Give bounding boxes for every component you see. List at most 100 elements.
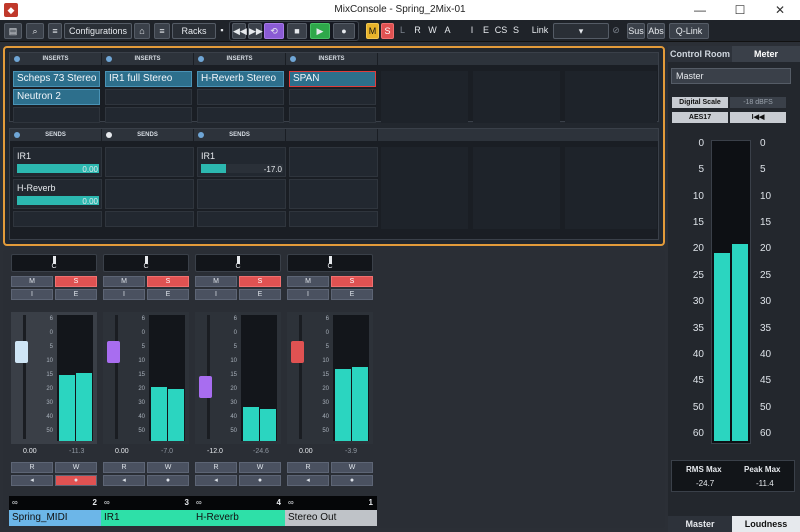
toolbar-listen[interactable]: L bbox=[396, 23, 409, 39]
insert-slot[interactable]: H-Reverb Stereo bbox=[197, 71, 284, 87]
send-slot[interactable] bbox=[105, 179, 194, 209]
inserts-header[interactable]: INSERTS bbox=[286, 53, 378, 65]
toolbar-solo[interactable]: S bbox=[381, 23, 394, 39]
link-icon[interactable]: ∞ bbox=[196, 496, 202, 510]
toolbar-write[interactable]: W bbox=[426, 23, 439, 39]
edit-button[interactable]: E bbox=[331, 289, 373, 300]
sends-header[interactable]: SENDS bbox=[10, 129, 102, 141]
insert-slot[interactable] bbox=[289, 107, 376, 123]
sends-header[interactable]: SENDS bbox=[194, 129, 286, 141]
tab-master[interactable]: Master bbox=[668, 516, 732, 532]
record-enable-icon[interactable]: ● bbox=[331, 475, 373, 486]
link-clear-icon[interactable]: ⊘ bbox=[610, 23, 622, 39]
fader-track[interactable] bbox=[23, 315, 26, 439]
configurations-menu-icon[interactable]: ≡ bbox=[48, 23, 62, 39]
fader-value[interactable]: 0.00 bbox=[115, 448, 129, 455]
peak-value[interactable]: -11.3 bbox=[69, 448, 84, 455]
write-button[interactable]: W bbox=[147, 462, 189, 473]
insert-bypass-icon[interactable] bbox=[14, 56, 20, 62]
insert-bypass-icon[interactable] bbox=[198, 56, 204, 62]
send-slot[interactable]: H-Reverb 0.00 bbox=[13, 179, 102, 209]
fader-value[interactable]: -12.0 bbox=[207, 448, 223, 455]
fader-cap[interactable] bbox=[107, 341, 120, 364]
toolbar-cs[interactable]: CS bbox=[494, 23, 508, 39]
tab-control-room[interactable]: Control Room bbox=[668, 46, 732, 62]
read-button[interactable]: R bbox=[195, 462, 237, 473]
toolbar-read[interactable]: R bbox=[411, 23, 424, 39]
record-enable-icon[interactable]: ● bbox=[147, 475, 189, 486]
record-icon[interactable]: ● bbox=[333, 23, 355, 39]
edit-button[interactable]: E bbox=[147, 289, 189, 300]
record-enable-icon[interactable]: ● bbox=[239, 475, 281, 486]
inserts-header[interactable]: INSERTS bbox=[10, 53, 102, 65]
send-slot[interactable] bbox=[289, 179, 378, 209]
peak-value[interactable]: -3.9 bbox=[345, 448, 357, 455]
channel-name[interactable]: Spring_MIDI bbox=[9, 510, 101, 526]
digital-scale-button[interactable]: Digital Scale bbox=[672, 97, 728, 108]
insert-slot[interactable]: Neutron 2 bbox=[13, 89, 100, 105]
read-button[interactable]: R bbox=[103, 462, 145, 473]
play-icon[interactable]: ▶ bbox=[310, 23, 330, 39]
insert-slot[interactable] bbox=[105, 107, 192, 123]
speaker-icon[interactable]: ◂ bbox=[287, 475, 329, 486]
send-bypass-icon[interactable] bbox=[14, 132, 20, 138]
fader-cap[interactable] bbox=[199, 375, 212, 398]
link-dropdown[interactable]: ▾ bbox=[553, 23, 609, 39]
close-button[interactable]: ✕ bbox=[760, 0, 800, 20]
read-button[interactable]: R bbox=[287, 462, 329, 473]
solo-button[interactable]: S bbox=[55, 276, 97, 287]
tab-meter[interactable]: Meter bbox=[732, 46, 800, 62]
speaker-icon[interactable]: ◂ bbox=[11, 475, 53, 486]
peak-value[interactable]: -7.0 bbox=[161, 448, 173, 455]
channel-name[interactable]: Stereo Out bbox=[285, 510, 377, 526]
send-bypass-icon[interactable] bbox=[106, 132, 112, 138]
send-slot[interactable] bbox=[289, 211, 378, 227]
sends-header[interactable] bbox=[286, 129, 378, 141]
inserts-header[interactable]: INSERTS bbox=[194, 53, 286, 65]
peak-value[interactable]: -24.6 bbox=[253, 448, 269, 455]
pan-control[interactable]: C bbox=[11, 254, 97, 272]
mute-button[interactable]: M bbox=[11, 276, 53, 287]
minimize-button[interactable]: — bbox=[680, 0, 720, 20]
solo-button[interactable]: S bbox=[239, 276, 281, 287]
insert-slot[interactable] bbox=[105, 89, 192, 105]
send-slot[interactable] bbox=[289, 147, 378, 177]
insert-slot[interactable] bbox=[197, 89, 284, 105]
toolbar-s2[interactable]: S bbox=[510, 23, 522, 39]
reset-meter-button[interactable]: I◀◀ bbox=[730, 112, 786, 123]
racks-menu-icon[interactable]: ≡ bbox=[154, 23, 170, 39]
insert-slot[interactable]: Scheps 73 Stereo bbox=[13, 71, 100, 87]
write-button[interactable]: W bbox=[55, 462, 97, 473]
solo-button[interactable]: S bbox=[147, 276, 189, 287]
send-slot[interactable] bbox=[13, 211, 102, 227]
pan-control[interactable]: C bbox=[287, 254, 373, 272]
insert-slot[interactable] bbox=[289, 89, 376, 105]
next-icon[interactable]: ▶▶ bbox=[248, 23, 263, 39]
send-bypass-icon[interactable] bbox=[198, 132, 204, 138]
search-icon[interactable]: ⌕ bbox=[26, 23, 44, 39]
cycle-icon[interactable]: ⟲ bbox=[264, 23, 284, 39]
monitor-button[interactable]: I bbox=[287, 289, 329, 300]
send-slot[interactable] bbox=[197, 179, 286, 209]
mute-button[interactable]: M bbox=[287, 276, 329, 287]
toolbar-mute[interactable]: M bbox=[366, 23, 379, 39]
insert-slot[interactable] bbox=[197, 107, 284, 123]
monitor-button[interactable]: I bbox=[195, 289, 237, 300]
aes17-button[interactable]: AES17 bbox=[672, 112, 728, 123]
channel-name[interactable]: IR1 bbox=[101, 510, 193, 526]
prev-icon[interactable]: ◀◀ bbox=[232, 23, 247, 39]
monitor-button[interactable]: I bbox=[11, 289, 53, 300]
link-icon[interactable]: ∞ bbox=[12, 496, 18, 510]
fader-value[interactable]: 0.00 bbox=[23, 448, 37, 455]
send-slot[interactable]: IR1 -17.0 bbox=[197, 147, 286, 177]
insert-slot[interactable] bbox=[13, 107, 100, 123]
racks-pin-icon[interactable]: ▪ bbox=[218, 23, 226, 39]
toolbar-i[interactable]: I bbox=[466, 23, 478, 39]
sends-header[interactable]: SENDS bbox=[102, 129, 194, 141]
maximize-button[interactable]: ☐ bbox=[720, 0, 760, 20]
write-button[interactable]: W bbox=[331, 462, 373, 473]
send-slot[interactable] bbox=[105, 147, 194, 177]
read-button[interactable]: R bbox=[11, 462, 53, 473]
master-selector[interactable]: Master bbox=[671, 68, 791, 84]
toolbar-a[interactable]: A bbox=[441, 23, 454, 39]
